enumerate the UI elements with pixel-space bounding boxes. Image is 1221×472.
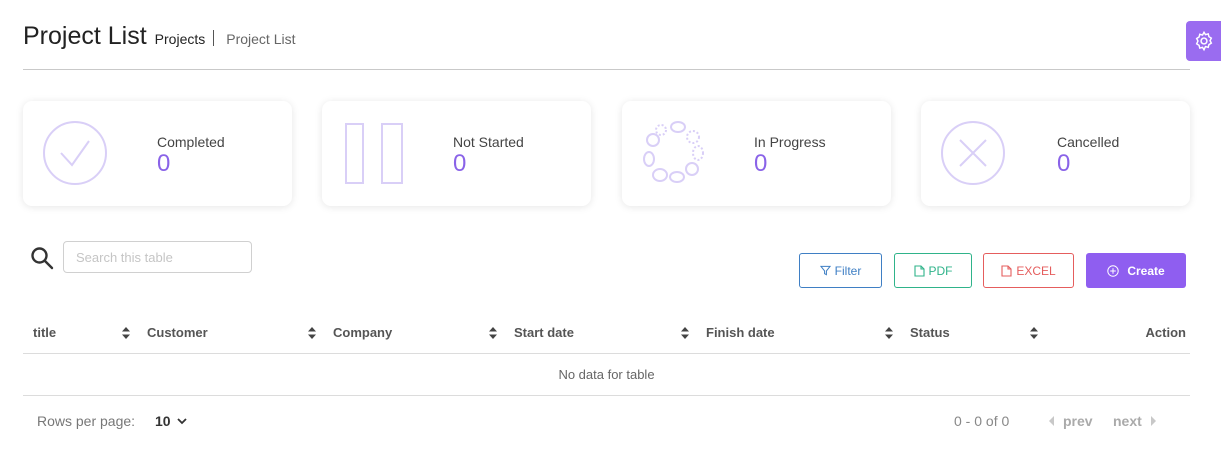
breadcrumb-projects[interactable]: Projects <box>155 31 206 47</box>
column-header-finish-date[interactable]: Finish date <box>706 325 775 340</box>
card-label: Not Started <box>453 134 524 150</box>
card-count: 0 <box>453 150 467 177</box>
sort-icon[interactable] <box>121 326 131 340</box>
page-title: Project List <box>23 22 147 50</box>
create-button[interactable]: Create <box>1086 253 1186 288</box>
excel-label: EXCEL <box>1016 263 1056 278</box>
sort-icon[interactable] <box>680 326 690 340</box>
sort-icon[interactable] <box>488 326 498 340</box>
card-label: In Progress <box>754 134 826 150</box>
card-in-progress: In Progress 0 <box>622 101 891 206</box>
sort-icon[interactable] <box>884 326 894 340</box>
breadcrumb-current: Project List <box>226 31 296 47</box>
search-icon[interactable] <box>30 246 54 270</box>
file-excel-icon <box>1001 264 1012 277</box>
x-circle-icon <box>941 121 1005 185</box>
filter-label: Filter <box>834 263 862 278</box>
pdf-export-button[interactable]: PDF <box>894 253 972 288</box>
card-not-started: Not Started 0 <box>322 101 591 206</box>
sort-icon[interactable] <box>307 326 317 340</box>
page-header: Project List Projects Project List <box>23 22 1190 70</box>
column-header-company[interactable]: Company <box>333 325 392 340</box>
rows-per-page-label: Rows per page: <box>37 413 136 429</box>
prev-page-button[interactable]: prev <box>1048 413 1093 429</box>
card-label: Completed <box>157 134 225 150</box>
column-header-start-date[interactable]: Start date <box>514 325 574 340</box>
sort-icon[interactable] <box>1029 326 1039 340</box>
table-footer: Rows per page: 10 0 - 0 of 0 prev next <box>23 396 1190 446</box>
gear-icon <box>1195 30 1212 52</box>
card-label: Cancelled <box>1057 134 1120 150</box>
pagination-range: 0 - 0 of 0 <box>954 413 1010 429</box>
plus-circle-icon <box>1107 264 1120 277</box>
chevron-left-icon <box>1049 416 1054 426</box>
card-cancelled: Cancelled 0 <box>921 101 1190 206</box>
spinner-icon <box>643 121 704 183</box>
next-page-button[interactable]: next <box>1113 413 1157 429</box>
pdf-label: PDF <box>928 263 953 278</box>
column-header-action: Action <box>1145 325 1186 340</box>
column-header-title[interactable]: title <box>33 325 56 340</box>
card-count: 0 <box>754 150 768 177</box>
column-header-status[interactable]: Status <box>910 325 950 340</box>
table-header: title Customer Company Start date Finish… <box>23 312 1190 354</box>
filter-icon <box>819 265 831 276</box>
pause-icon <box>345 123 403 184</box>
settings-button[interactable] <box>1186 21 1221 61</box>
chevron-right-icon <box>1150 416 1156 426</box>
chevron-down-icon <box>176 417 187 424</box>
search-input[interactable] <box>63 241 252 273</box>
file-pdf-icon <box>913 264 925 277</box>
column-header-customer[interactable]: Customer <box>147 325 208 340</box>
breadcrumb-separator <box>213 30 215 46</box>
prev-label: prev <box>1063 413 1093 429</box>
excel-export-button[interactable]: EXCEL <box>983 253 1074 288</box>
rows-per-page-value: 10 <box>155 413 171 429</box>
projects-table: title Customer Company Start date Finish… <box>23 312 1190 396</box>
empty-table-message: No data for table <box>23 354 1190 396</box>
card-completed: Completed 0 <box>23 101 292 206</box>
check-circle-icon <box>43 121 107 185</box>
create-label: Create <box>1127 263 1165 278</box>
rows-per-page-select[interactable]: 10 <box>155 413 187 429</box>
filter-button[interactable]: Filter <box>799 253 882 288</box>
next-label: next <box>1113 413 1142 429</box>
card-count: 0 <box>157 150 171 177</box>
card-count: 0 <box>1057 150 1071 177</box>
